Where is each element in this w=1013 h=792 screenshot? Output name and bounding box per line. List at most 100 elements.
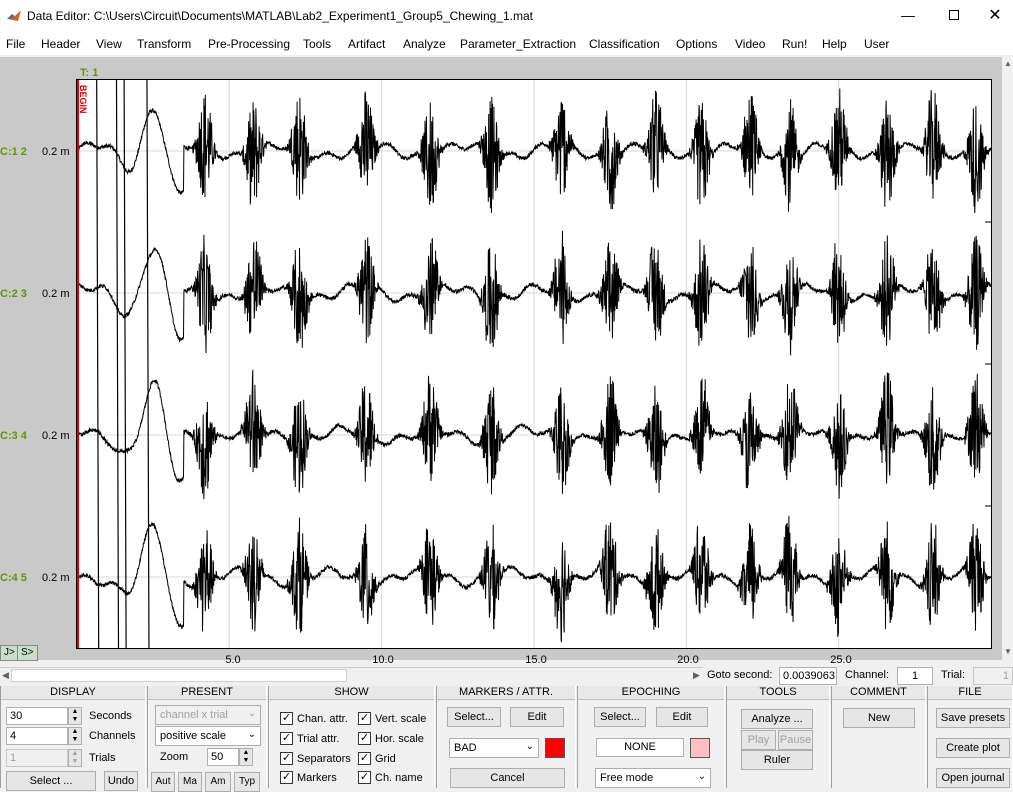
scale-select[interactable]: positive scale ⌄ — [155, 726, 261, 746]
begin-marker-label: BEGIN — [78, 85, 88, 114]
minimize-button[interactable]: — — [885, 0, 931, 30]
trial-attr-label: Trial attr. — [297, 733, 340, 745]
channel-input[interactable]: 1 — [897, 667, 933, 685]
vert-scale-label: Vert. scale — [375, 713, 427, 725]
create-plot-button[interactable]: Create plot — [936, 738, 1010, 758]
close-button[interactable]: ✕ — [977, 0, 1013, 30]
save-presets-button[interactable]: Save presets — [936, 708, 1010, 728]
scroll-left-icon[interactable]: ◀ — [2, 670, 9, 681]
trial-attr-checkbox[interactable]: ✓ — [280, 732, 293, 745]
menu-video[interactable]: Video — [735, 37, 765, 51]
menu-file[interactable]: File — [6, 37, 25, 51]
zoom-spinner[interactable]: ▲ ▼ — [239, 748, 253, 766]
present-mode-select[interactable]: channel x trial ⌄ — [155, 705, 261, 725]
menu-user[interactable]: User — [864, 37, 889, 51]
type-button[interactable]: Typ — [234, 772, 260, 792]
marker-type-select[interactable]: BAD ⌄ — [449, 738, 539, 758]
channel-scale-1: 0.2 m — [42, 146, 70, 158]
epoching-header: EPOCHING — [578, 686, 724, 700]
manual-button[interactable]: Ma — [178, 772, 202, 792]
ruler-button[interactable]: Ruler — [741, 750, 813, 770]
channel-label-1: C:1 2 — [0, 146, 27, 158]
scroll-down-icon[interactable]: ▼ — [1004, 647, 1012, 656]
ch-name-label: Ch. name — [375, 772, 423, 784]
menu-artifact[interactable]: Artifact — [348, 37, 385, 51]
chevron-down-icon: ⌄ — [247, 708, 256, 719]
goto-bar: Goto second: 0.0039063 Channel: 1 Trial:… — [703, 666, 1013, 686]
step-button[interactable]: S> — [17, 645, 38, 661]
epoch-mode-select[interactable]: Free mode ⌄ — [595, 768, 711, 788]
menu-run[interactable]: Run! — [782, 37, 807, 51]
ch-name-checkbox[interactable]: ✓ — [358, 771, 371, 784]
zoom-input[interactable]: 50 — [207, 748, 239, 766]
menu-header[interactable]: Header — [41, 37, 80, 51]
scroll-thumb[interactable] — [11, 669, 347, 682]
artifact-line-4 — [146, 80, 150, 648]
auto-button[interactable]: Aut — [151, 772, 175, 792]
chevron-down-icon: ⌄ — [697, 771, 706, 782]
close-icon: ✕ — [988, 7, 1002, 24]
scroll-up-icon[interactable]: ▲ — [1004, 59, 1012, 68]
vertical-scrollbar[interactable]: ▲ ▼ — [1002, 57, 1013, 660]
marker-color-swatch[interactable] — [545, 738, 565, 758]
menu-transform[interactable]: Transform — [137, 37, 191, 51]
menu-analyze[interactable]: Analyze — [403, 37, 446, 51]
trials-input[interactable]: 1 — [6, 749, 68, 767]
signal-plot[interactable]: BEGIN — [76, 79, 992, 649]
hor-scale-checkbox[interactable]: ✓ — [358, 732, 371, 745]
grid-checkbox[interactable]: ✓ — [358, 752, 371, 765]
amplitude-button[interactable]: Am — [205, 772, 231, 792]
menu-options[interactable]: Options — [676, 37, 717, 51]
title-bar: Data Editor: C:\Users\Circuit\Documents\… — [0, 0, 1013, 32]
epoching-select-button[interactable]: Select... — [594, 707, 646, 727]
show-header: SHOW — [269, 686, 434, 700]
menu-view[interactable]: View — [96, 37, 122, 51]
trial-input[interactable]: 1 — [973, 667, 1013, 685]
undo-button[interactable]: Undo — [104, 771, 138, 791]
menu-help[interactable]: Help — [822, 37, 847, 51]
menu-parameter-extraction[interactable]: Parameter_Extraction — [460, 37, 576, 51]
epoching-edit-button[interactable]: Edit — [656, 707, 708, 727]
artifact-line-3 — [123, 80, 127, 648]
markers-select-button[interactable]: Select... — [447, 707, 501, 727]
play-button[interactable]: Play — [741, 730, 776, 750]
epoch-color-swatch[interactable] — [690, 738, 710, 758]
maximize-icon — [949, 10, 959, 20]
goto-second-input[interactable]: 0.0039063 — [779, 667, 837, 685]
comment-header: COMMENT — [832, 686, 925, 700]
new-comment-button[interactable]: New — [843, 708, 915, 728]
separators-checkbox[interactable]: ✓ — [280, 752, 293, 765]
channels-input[interactable]: 4 — [6, 727, 68, 745]
trials-spinner[interactable]: ▲ ▼ — [68, 749, 82, 767]
seconds-input[interactable]: 30 — [6, 707, 68, 725]
open-journal-button[interactable]: Open journal — [936, 768, 1010, 788]
horizontal-scrollbar[interactable]: ◀ ▶ — [0, 667, 703, 683]
cancel-button[interactable]: Cancel — [450, 768, 565, 788]
vert-scale-checkbox[interactable]: ✓ — [358, 712, 371, 725]
chevron-down-icon: ⌄ — [525, 741, 534, 752]
scroll-right-icon[interactable]: ▶ — [693, 670, 700, 681]
markers-edit-button[interactable]: Edit — [510, 707, 564, 727]
analyze-button[interactable]: Analyze ... — [741, 709, 813, 729]
file-panel: FILE Save presets Create plot Open journ… — [927, 686, 1013, 788]
trial-label: T: 1 — [80, 67, 99, 79]
markers-checkbox[interactable]: ✓ — [280, 771, 293, 784]
channel-label-2: C:2 3 — [0, 288, 27, 300]
tools-panel: TOOLS Analyze ... Play Pause Ruler — [726, 686, 830, 788]
epoch-mode-display: NONE — [596, 738, 684, 757]
select-channels-button[interactable]: Select ... — [6, 771, 96, 791]
menu-pre-processing[interactable]: Pre-Processing — [208, 37, 290, 51]
comment-panel: COMMENT New — [831, 686, 926, 788]
pause-button[interactable]: Pause — [778, 730, 813, 750]
seconds-spinner[interactable]: ▲ ▼ — [68, 707, 82, 725]
channel-scale-2: 0.2 m — [42, 288, 70, 300]
menu-classification[interactable]: Classification — [589, 37, 660, 51]
maximize-button[interactable] — [931, 0, 977, 30]
x-tick-3: 15.0 — [525, 654, 547, 666]
channel-label: Channel: — [845, 669, 890, 681]
matlab-icon — [7, 10, 21, 21]
menu-tools[interactable]: Tools — [303, 37, 331, 51]
chan-attr-checkbox[interactable]: ✓ — [280, 712, 293, 725]
channels-spinner[interactable]: ▲ ▼ — [68, 727, 82, 745]
x-tick-4: 20.0 — [677, 654, 699, 666]
